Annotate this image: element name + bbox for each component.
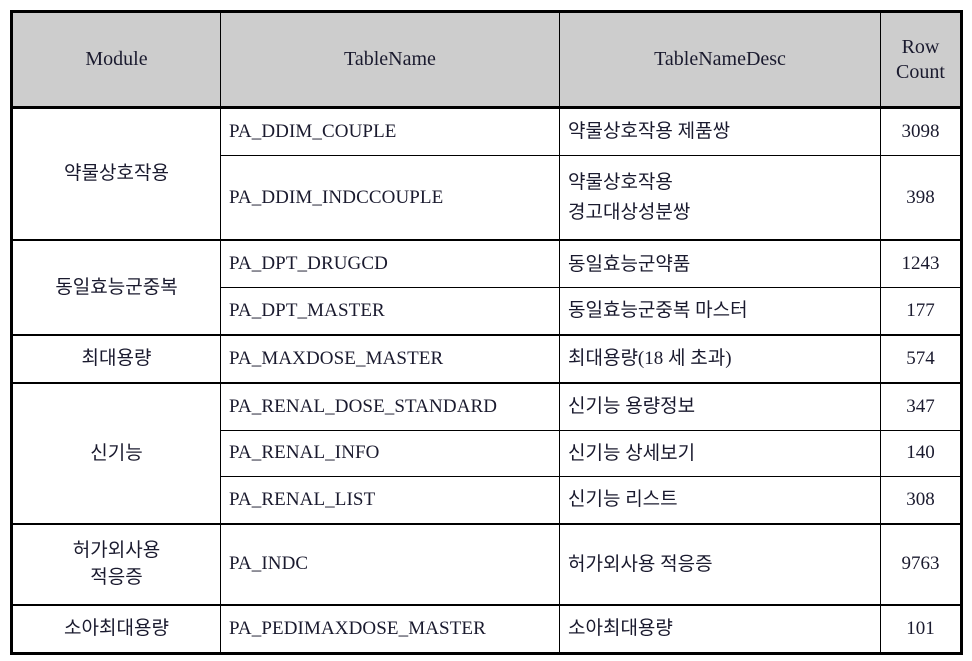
cell-rowcount: 140 (880, 429, 963, 478)
cell-tablenamedesc: 신기능 용량정보 (559, 381, 881, 431)
cell-tablenamedesc: 동일효능군중복 마스터 (559, 287, 881, 336)
cell-tablename: PA_DPT_DRUGCD (220, 239, 560, 289)
cell-tablename: PA_RENAL_LIST (220, 476, 560, 525)
cell-rowcount: 347 (880, 381, 963, 431)
cell-rowcount: 3098 (880, 106, 963, 156)
cell-tablename: PA_DDIM_INDCCOUPLE (220, 154, 560, 241)
cell-desc-line2: 경고대상성분쌍 (568, 201, 691, 223)
cell-tablenamedesc: 신기능 상세보기 (559, 429, 881, 478)
cell-tablenamedesc: 신기능 리스트 (559, 476, 881, 525)
column-header-tablename: TableName (220, 11, 560, 109)
cell-rowcount: 308 (880, 476, 963, 525)
cell-tablenamedesc: 약물상호작용 제품쌍 (559, 106, 881, 156)
table-row: 동일효능군중복 PA_DPT_DRUGCD 동일효능군약품 1243 (10, 239, 963, 336)
cell-tablename: PA_DDIM_COUPLE (220, 106, 560, 156)
column-header-module: Module (10, 11, 221, 109)
cell-rowcount: 574 (880, 333, 963, 384)
column-header-rowcount-line2: Count (896, 60, 945, 83)
table-row: 약물상호작용 PA_DDIM_COUPLE 약물상호작용 제품쌍 3098 (10, 106, 963, 241)
table-row: 최대용량 PA_MAXDOSE_MASTER 최대용량(18 세 초과) 574 (10, 333, 963, 384)
cell-module-line1: 허가외사용 (72, 539, 161, 561)
column-header-rowcount-line1: Row (901, 35, 940, 58)
cell-tablename: PA_RENAL_INFO (220, 429, 560, 478)
column-header-tablenamedesc: TableNameDesc (559, 11, 881, 109)
cell-rowcount: 9763 (880, 523, 963, 606)
table-body: 약물상호작용 PA_DDIM_COUPLE 약물상호작용 제품쌍 3098 PA_DDI… (10, 106, 963, 655)
cell-module: 소아최대용량 (10, 603, 221, 655)
cell-module: 최대용량 (10, 333, 221, 384)
table-row: 허가외사용 적응증 PA_INDC 허가외사용 적응증 9763 (10, 523, 963, 606)
cell-tablename: PA_DPT_MASTER (220, 287, 560, 336)
cell-rowcount: 177 (880, 287, 963, 336)
cell-module: 약물상호작용 (10, 106, 221, 241)
cell-module-line2: 적응증 (90, 567, 143, 589)
cell-rowcount: 398 (880, 154, 963, 241)
column-header-rowcount: Row Count (880, 11, 963, 109)
cell-tablename: PA_RENAL_DOSE_STANDARD (220, 381, 560, 431)
cell-rowcount: 1243 (880, 239, 963, 289)
cell-tablename: PA_PEDIMAXDOSE_MASTER (220, 603, 560, 655)
table-row: 신기능 PA_RENAL_DOSE_STANDARD 신기능 용량정보 347 (10, 381, 963, 525)
cell-module: 허가외사용적응증 (10, 523, 221, 606)
cell-module: 신기능 (10, 381, 221, 525)
cell-tablenamedesc: 최대용량(18 세 초과) (559, 333, 881, 384)
cell-tablenamedesc: 소아최대용량 (559, 603, 881, 655)
cell-desc-line1: 약물상호작용 (568, 172, 673, 194)
table-header: Module TableName TableNameDesc Row Count (10, 11, 963, 109)
cell-tablename: PA_INDC (220, 523, 560, 606)
cell-tablename: PA_MAXDOSE_MASTER (220, 333, 560, 384)
header-row: Module TableName TableNameDesc Row Count (10, 11, 963, 109)
module-table-summary: Module TableName TableNameDesc Row Count… (10, 10, 963, 655)
cell-rowcount: 101 (880, 603, 963, 655)
table-row: 소아최대용량 PA_PEDIMAXDOSE_MASTER 소아최대용량 101 (10, 603, 963, 655)
cell-module: 동일효능군중복 (10, 239, 221, 336)
cell-tablenamedesc: 약물상호작용경고대상성분쌍 (559, 154, 881, 241)
table-container: Module TableName TableNameDesc Row Count… (10, 10, 963, 655)
cell-tablenamedesc: 동일효능군약품 (559, 239, 881, 289)
cell-tablenamedesc: 허가외사용 적응증 (559, 523, 881, 606)
